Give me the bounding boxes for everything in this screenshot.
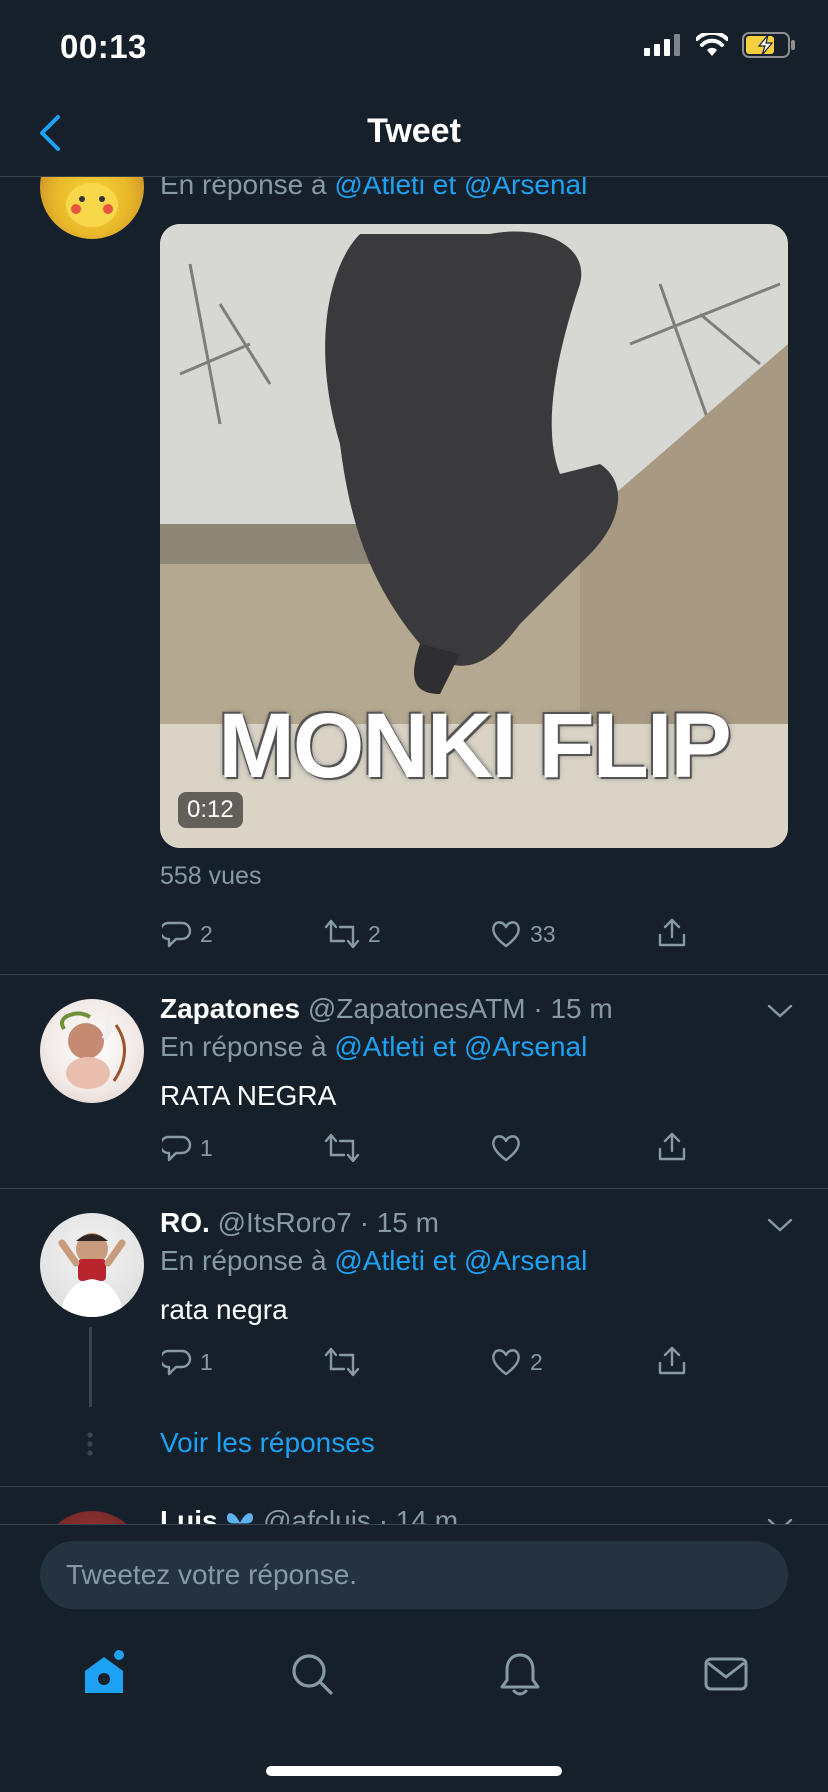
video-duration-badge: 0:12 [178, 792, 243, 828]
handle-time: @ItsRoro7 · 15 m [217, 1207, 439, 1238]
envelope-icon [704, 1657, 748, 1691]
share-icon [658, 1346, 686, 1375]
display-name[interactable]: Luis [160, 1505, 218, 1524]
tab-notifications[interactable] [490, 1644, 550, 1704]
tab-messages[interactable] [696, 1644, 756, 1704]
timeline[interactable]: En réponse à @Atleti et @Arsenal MONKI F… [0, 177, 828, 1524]
person-avatar-icon [58, 1233, 126, 1317]
cupid-avatar-icon [60, 1011, 126, 1089]
page-title: Tweet [367, 112, 461, 150]
tweet-menu-button[interactable] [762, 1207, 798, 1243]
thread-line [89, 1327, 92, 1407]
chevron-down-icon [767, 1004, 793, 1018]
like-button[interactable]: 2 [490, 1347, 543, 1377]
display-name[interactable]: Zapatones [160, 993, 300, 1024]
home-indicator [266, 1766, 562, 1776]
show-replies-link[interactable]: Voir les réponses [160, 1427, 375, 1459]
battery-icon [742, 32, 795, 58]
reply-mentions[interactable]: @Atleti et @Arsenal [334, 177, 587, 200]
like-count: 2 [530, 1348, 543, 1375]
video-overlay-text: MONKI FLIP [218, 695, 732, 797]
video-player[interactable]: MONKI FLIP 0:12 [160, 224, 788, 848]
reply-mentions[interactable]: @Atleti et @Arsenal [334, 1245, 587, 1276]
reply-count: 1 [200, 1348, 213, 1375]
tweet-text: rata negra [160, 1294, 288, 1325]
tweet-menu-button[interactable] [762, 993, 798, 1029]
reply-button[interactable]: 1 [162, 1133, 213, 1163]
status-time: 00:13 [60, 28, 147, 65]
share-icon [658, 918, 686, 947]
butterfly-icon [227, 1512, 254, 1524]
retweet-count: 2 [368, 920, 381, 947]
avatar[interactable] [40, 177, 144, 239]
avatar[interactable] [40, 1213, 144, 1317]
bell-icon [500, 1653, 540, 1696]
tab-search[interactable] [282, 1644, 342, 1704]
retweet-button[interactable]: 2 [324, 919, 381, 949]
heart-icon [492, 1135, 520, 1162]
chevron-down-icon [767, 1518, 793, 1524]
reply-prefix: En réponse à [160, 1031, 327, 1062]
avatar[interactable] [40, 999, 144, 1103]
reply-icon [162, 921, 192, 948]
share-button[interactable] [656, 1131, 688, 1163]
tweet-text: RATA NEGRA [160, 1080, 337, 1111]
tweet-divider [0, 1188, 828, 1189]
retweet-button[interactable] [324, 1133, 360, 1163]
view-count: 558 vues [160, 862, 262, 890]
home-icon [85, 1650, 124, 1693]
reply-count: 2 [200, 920, 213, 947]
reply-header: RO. @ItsRoro7 · 15 m [160, 1207, 439, 1239]
tweet-divider [0, 1486, 828, 1487]
status-icons [644, 32, 796, 58]
reply-prefix: En réponse à [160, 177, 327, 200]
reply-count: 1 [200, 1134, 213, 1161]
composer-divider [0, 1524, 828, 1525]
like-button[interactable] [490, 1133, 522, 1163]
reply-button[interactable]: 2 [162, 919, 213, 949]
retweet-button[interactable] [324, 1347, 360, 1377]
retweet-icon [324, 1347, 360, 1377]
tweet-menu-button[interactable] [762, 1507, 798, 1524]
search-icon [292, 1654, 333, 1695]
wifi-icon [696, 33, 728, 56]
reply-prefix: En réponse à [160, 1245, 327, 1276]
reply-mentions[interactable]: @Atleti et @Arsenal [334, 1031, 587, 1062]
reply-to-line: En réponse à @Atleti et @Arsenal [160, 1245, 587, 1277]
reply-to-line: En réponse à @Atleti et @Arsenal [160, 1031, 587, 1063]
retweet-icon [324, 1133, 360, 1163]
share-button[interactable] [656, 917, 688, 949]
avatar[interactable] [40, 1511, 144, 1524]
like-count: 33 [530, 920, 556, 947]
reply-button[interactable]: 1 [162, 1347, 213, 1377]
like-button[interactable]: 33 [490, 919, 556, 949]
reply-icon [162, 1135, 192, 1162]
reply-to-line: En réponse à @Atleti et @Arsenal [160, 177, 587, 201]
more-dots-icon [86, 1431, 94, 1457]
chevron-down-icon [767, 1218, 793, 1232]
handle-time: @afcluis · 14 m [263, 1505, 459, 1524]
reply-header: Zapatones @ZapatonesATM · 15 m [160, 993, 613, 1025]
handle-time: @ZapatonesATM · 15 m [307, 993, 613, 1024]
display-name[interactable]: RO. [160, 1207, 210, 1238]
reply-input[interactable]: Tweetez votre réponse. [40, 1541, 788, 1609]
tab-home[interactable] [74, 1644, 134, 1704]
reply-header: Luis @afcluis · 14 m [160, 1505, 458, 1524]
tweet-divider [0, 974, 828, 975]
share-icon [658, 1132, 686, 1161]
retweet-icon [324, 919, 360, 949]
pikachu-avatar-icon [66, 183, 118, 227]
share-button[interactable] [656, 1345, 688, 1377]
reply-icon [162, 1349, 192, 1376]
heart-icon [492, 921, 520, 948]
heart-icon [492, 1349, 520, 1376]
signal-icon [644, 34, 680, 56]
